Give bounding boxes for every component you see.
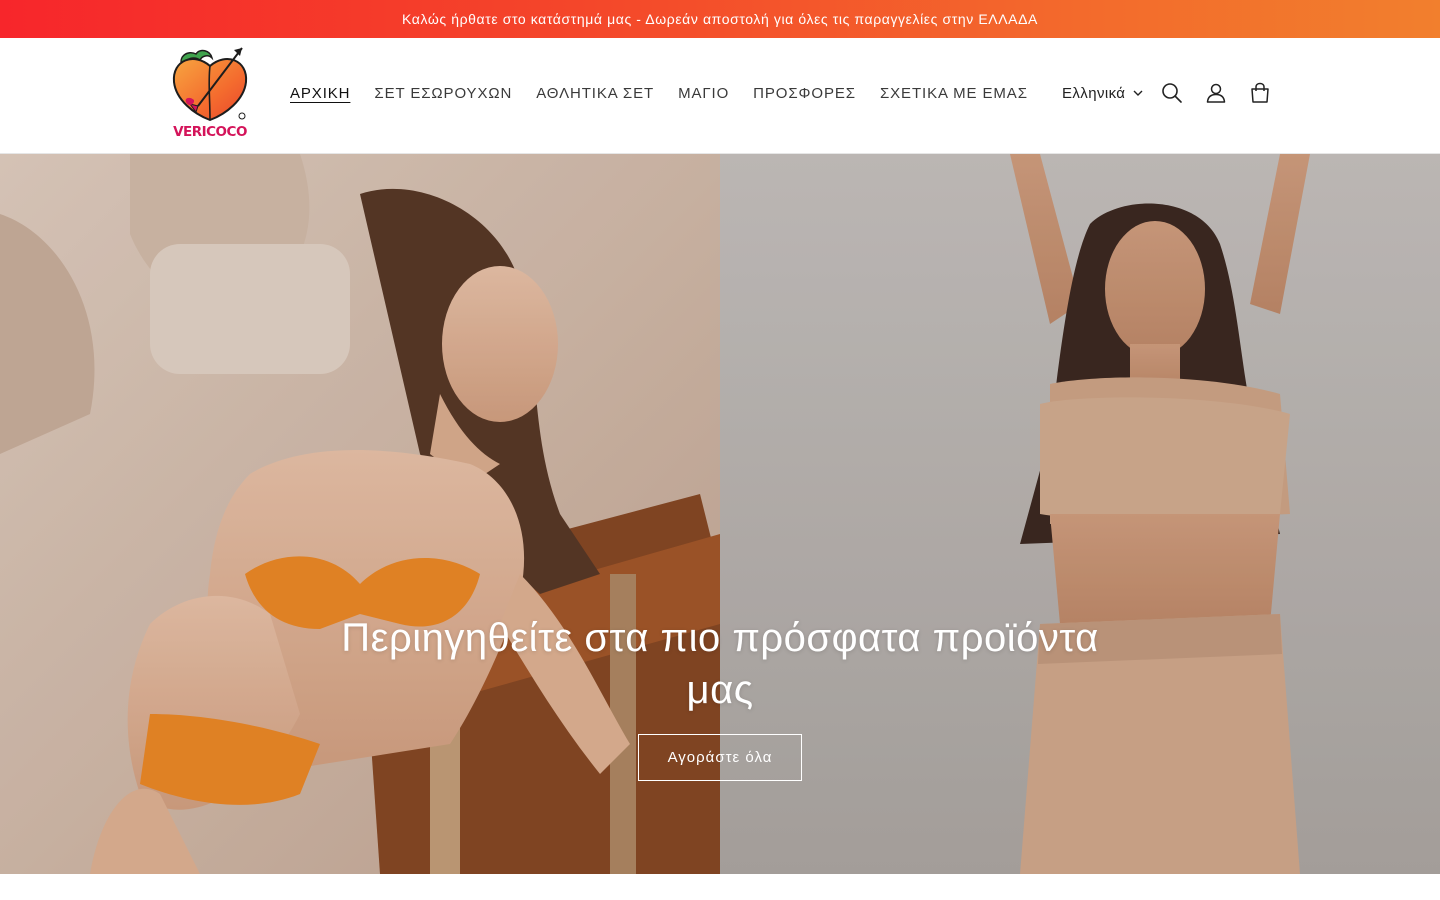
site-header: VERICOCO ΑΡΧΙΚΗ ΣΕΤ ΕΣΩΡΟΥΧΩΝ ΑΘΛΗΤΙΚΑ Σ… [0, 38, 1440, 154]
hero-banner: Περιηγηθείτε στα πιο πρόσφατα προϊόντα μ… [0, 154, 1440, 874]
account-button[interactable] [1201, 78, 1231, 108]
nav-item-about[interactable]: ΣΧΕΤΙΚΑ ΜΕ ΕΜΑΣ [868, 79, 1040, 108]
hero-heading: Περιηγηθείτε στα πιο πρόσφατα προϊόντα μ… [341, 616, 1099, 712]
cart-icon [1251, 82, 1269, 103]
language-label: Ελληνικά [1062, 84, 1126, 102]
shop-all-button[interactable]: Αγοράστε όλα [637, 734, 803, 781]
chevron-down-icon [1133, 90, 1143, 96]
nav-item-sport-sets[interactable]: ΑΘΛΗΤΙΚΑ ΣΕΤ [524, 79, 666, 108]
logo-wordmark: VERICOCO [173, 124, 247, 140]
nav-item-swimwear[interactable]: ΜΑΓΙΟ [666, 79, 741, 108]
search-button[interactable] [1157, 78, 1187, 108]
main-navigation: ΑΡΧΙΚΗ ΣΕΤ ΕΣΩΡΟΥΧΩΝ ΑΘΛΗΤΙΚΑ ΣΕΤ ΜΑΓΙΟ … [278, 78, 1040, 108]
announcement-bar: Καλώς ήρθατε στο κατάστημά μας - Δωρεάν … [0, 0, 1440, 38]
search-icon [1162, 83, 1182, 103]
nav-item-offers[interactable]: ΠΡΟΣΦΟΡΕΣ [741, 79, 868, 108]
account-icon [1206, 83, 1226, 103]
brand-logo[interactable]: VERICOCO [168, 44, 252, 140]
nav-item-lingerie-sets[interactable]: ΣΕΤ ΕΣΩΡΟΥΧΩΝ [362, 79, 524, 108]
hero-content: Περιηγηθείτε στα πιο πρόσφατα προϊόντα μ… [320, 612, 1120, 781]
peach-logo-icon [172, 47, 248, 122]
cart-button[interactable] [1245, 78, 1275, 108]
language-selector[interactable]: Ελληνικά [1062, 82, 1143, 104]
announcement-text: Καλώς ήρθατε στο κατάστημά μας - Δωρεάν … [402, 11, 1038, 27]
nav-item-home[interactable]: ΑΡΧΙΚΗ [278, 79, 362, 108]
